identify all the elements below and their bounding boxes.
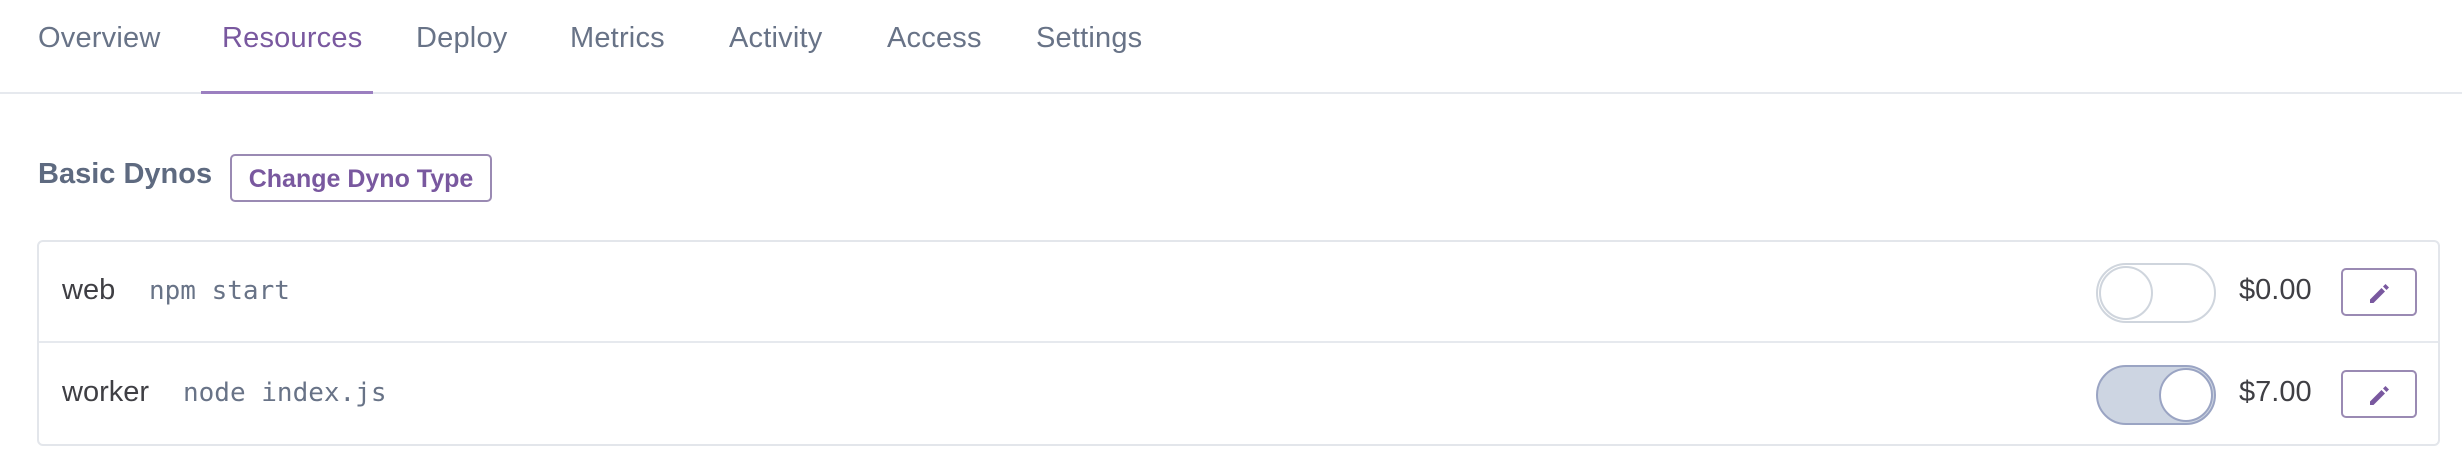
- dyno-name: worker: [62, 376, 150, 408]
- dyno-name: web: [62, 274, 116, 306]
- dyno-row-worker: worker node index.js $7.00: [39, 344, 2438, 445]
- tab-overview[interactable]: Overview: [38, 22, 160, 62]
- change-dyno-type-button[interactable]: Change Dyno Type: [230, 154, 492, 202]
- edit-dyno-button-worker[interactable]: [2341, 370, 2417, 418]
- tab-activity[interactable]: Activity: [729, 22, 822, 62]
- dyno-command: npm start: [149, 276, 290, 306]
- dyno-row-web: web npm start $0.00: [39, 242, 2438, 343]
- dyno-toggle-web[interactable]: [2096, 263, 2216, 323]
- section-title: Basic Dynos: [38, 158, 213, 190]
- dyno-list: web npm start $0.00 worker node index.js…: [37, 240, 2440, 446]
- tab-access[interactable]: Access: [887, 22, 982, 62]
- dyno-price: $0.00: [2239, 274, 2312, 306]
- dyno-command: node index.js: [183, 378, 387, 408]
- pencil-icon: [2370, 386, 2389, 405]
- tab-resources[interactable]: Resources: [222, 22, 362, 62]
- tab-deploy[interactable]: Deploy: [416, 22, 507, 62]
- tab-bar: Overview Resources Deploy Metrics Activi…: [0, 0, 2462, 94]
- edit-dyno-button-web[interactable]: [2341, 268, 2417, 316]
- active-tab-indicator: [201, 91, 373, 94]
- tab-metrics[interactable]: Metrics: [570, 22, 665, 62]
- tab-settings[interactable]: Settings: [1036, 22, 1142, 62]
- toggle-knob: [2099, 266, 2153, 320]
- dyno-price: $7.00: [2239, 376, 2312, 408]
- dyno-toggle-worker[interactable]: [2096, 365, 2216, 425]
- pencil-icon: [2370, 284, 2389, 303]
- toggle-knob: [2159, 368, 2213, 422]
